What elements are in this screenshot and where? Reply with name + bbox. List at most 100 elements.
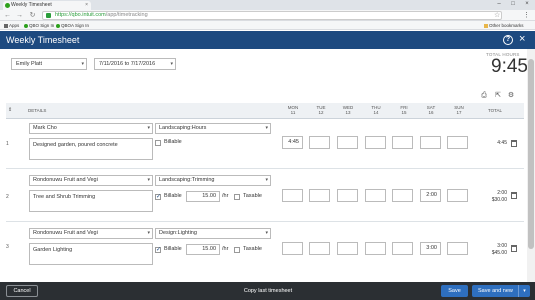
qb-icon <box>56 23 60 28</box>
employee-select[interactable]: Emily Platt ▾ <box>11 58 87 70</box>
customer-select[interactable]: Mark Cho ▾ <box>29 123 153 134</box>
settings-gear-icon[interactable]: ⚙ <box>507 92 515 100</box>
minimize-icon[interactable]: – <box>493 0 505 10</box>
browser-tabbar: Weekly Timesheet × – □ × <box>0 0 535 10</box>
bookmark-qboa-sign-in[interactable]: QBOA Sign In <box>56 21 89 30</box>
chevron-down-icon: ▾ <box>147 125 150 131</box>
description-field[interactable]: Designed garden, poured concrete <box>29 138 153 160</box>
date-range-select[interactable]: 7/11/2016 to 7/17/2016 ▾ <box>94 58 176 70</box>
hours-cell-wed[interactable] <box>337 189 358 202</box>
trash-icon[interactable] <box>511 192 517 199</box>
close-icon[interactable]: × <box>519 33 525 46</box>
hours-cell-sat[interactable]: 3:00 <box>420 242 441 255</box>
maximize-icon[interactable]: □ <box>507 0 519 10</box>
taxable-label: Taxable <box>243 193 262 199</box>
hours-cell-mon[interactable] <box>282 242 303 255</box>
hours-cell-tue[interactable] <box>309 189 330 202</box>
table-row: 3 Rondonuwu Fruit and Vegi ▾ Design:Light… <box>6 223 524 281</box>
browser-menu-icon[interactable]: ⋮ <box>523 11 530 19</box>
chevron-down-icon: ▾ <box>265 230 268 236</box>
print-icon[interactable]: ⎙ <box>480 92 488 100</box>
hours-cell-sat[interactable]: 2:00 <box>420 189 441 202</box>
hours-cell-sun[interactable] <box>447 136 468 149</box>
trash-icon[interactable] <box>511 140 517 147</box>
hours-cell-fri[interactable] <box>392 136 413 149</box>
close-tab-icon[interactable]: × <box>85 1 88 10</box>
hours-cell-sat[interactable] <box>420 136 441 149</box>
copy-last-timesheet-link[interactable]: Copy last timesheet <box>235 285 301 297</box>
hours-cell-fri[interactable] <box>392 189 413 202</box>
chevron-down-icon: ▾ <box>265 177 268 183</box>
app-header: Weekly Timesheet ? × <box>0 31 535 49</box>
back-icon[interactable]: ← <box>3 11 12 20</box>
taxable-checkbox[interactable] <box>234 194 240 200</box>
hours-cell-thu[interactable] <box>365 136 386 149</box>
forward-icon[interactable]: → <box>15 11 24 20</box>
billable-checkbox[interactable] <box>155 140 161 146</box>
url-input[interactable]: https://qbo.intuit.com/app/timetracking <box>42 11 502 20</box>
chevron-down-icon: ▾ <box>81 61 84 67</box>
save-and-new-button[interactable]: Save and new ▾ <box>472 285 530 297</box>
chevron-down-icon: ▾ <box>147 177 150 183</box>
rate-unit: /hr <box>222 193 229 199</box>
hours-cell-sun[interactable] <box>447 189 468 202</box>
billable-checkbox[interactable] <box>155 193 161 200</box>
billable-label: Billable <box>164 139 182 145</box>
total-header: TOTAL <box>487 108 503 113</box>
service-select[interactable]: Landscaping:Trimming ▾ <box>155 175 271 186</box>
qb-icon <box>24 23 28 28</box>
sort-icon[interactable]: ⇕ <box>8 108 12 113</box>
hours-cell-fri[interactable] <box>392 242 413 255</box>
browser-tab-title: Weekly Timesheet <box>11 2 52 8</box>
row-number: 1 <box>6 141 9 147</box>
hours-cell-thu[interactable] <box>365 189 386 202</box>
chevron-down-icon: ▾ <box>170 61 173 67</box>
day-header-sun: SUN 17 <box>454 105 464 115</box>
url-host: qbo.intuit.com <box>71 12 106 18</box>
row-number: 2 <box>6 194 9 200</box>
day-header-fri: FRI 15 <box>400 105 408 115</box>
rate-input[interactable]: 15.00 <box>186 191 220 202</box>
export-icon[interactable]: ⇱ <box>494 92 502 100</box>
hours-cell-mon[interactable] <box>282 189 303 202</box>
row-total-amount: $45.00 <box>491 250 507 256</box>
url-path: /app/timetracking <box>105 12 148 18</box>
hours-cell-thu[interactable] <box>365 242 386 255</box>
row-total-hours: 3:00 <box>497 243 507 249</box>
trash-icon[interactable] <box>511 245 517 252</box>
hours-cell-wed[interactable] <box>337 136 358 149</box>
save-button[interactable]: Save <box>441 285 468 297</box>
bookmark-qbo-sign-in[interactable]: QBO Sign In <box>24 21 54 30</box>
chevron-down-icon[interactable]: ▾ <box>518 285 530 297</box>
bookmark-other[interactable]: Other bookmarks <box>484 21 524 30</box>
hours-cell-tue[interactable] <box>309 242 330 255</box>
window-close-icon[interactable]: × <box>521 0 533 10</box>
reload-icon[interactable]: ↻ <box>28 11 37 20</box>
description-field[interactable]: Garden Lighting <box>29 243 153 265</box>
billable-checkbox[interactable] <box>155 246 161 253</box>
hours-cell-wed[interactable] <box>337 242 358 255</box>
description-field[interactable]: Tree and Shrub Trimming <box>29 190 153 212</box>
customer-select[interactable]: Rondonuwu Fruit and Vegi ▾ <box>29 175 153 186</box>
browser-tab[interactable]: Weekly Timesheet × <box>3 1 91 10</box>
scrollbar[interactable] <box>527 49 535 282</box>
help-icon[interactable]: ? <box>503 35 513 45</box>
folder-icon <box>484 23 488 28</box>
cancel-button[interactable]: Cancel <box>6 285 38 297</box>
day-header-sat: SAT 16 <box>426 105 436 115</box>
hours-cell-tue[interactable] <box>309 136 330 149</box>
hours-cell-sun[interactable] <box>447 242 468 255</box>
customer-select[interactable]: Rondonuwu Fruit and Vegi ▾ <box>29 228 153 239</box>
day-header-thu: THU 14 <box>371 105 381 115</box>
service-select[interactable]: Landscaping:Hours ▾ <box>155 123 271 134</box>
qb-favicon-icon <box>5 3 10 8</box>
save-and-new-label: Save and new <box>478 288 513 294</box>
taxable-checkbox[interactable] <box>234 247 240 253</box>
hours-cell-mon[interactable]: 4:45 <box>282 136 303 149</box>
scrollbar-thumb[interactable] <box>528 59 534 249</box>
bookmark-star-icon[interactable]: ☆ <box>494 11 500 19</box>
table-row: 2 Rondonuwu Fruit and Vegi ▾ Landscaping:… <box>6 170 524 222</box>
rate-input[interactable]: 15.00 <box>186 244 220 255</box>
bookmark-apps[interactable]: Apps <box>4 21 19 30</box>
service-select[interactable]: Design:Lighting ▾ <box>155 228 271 239</box>
